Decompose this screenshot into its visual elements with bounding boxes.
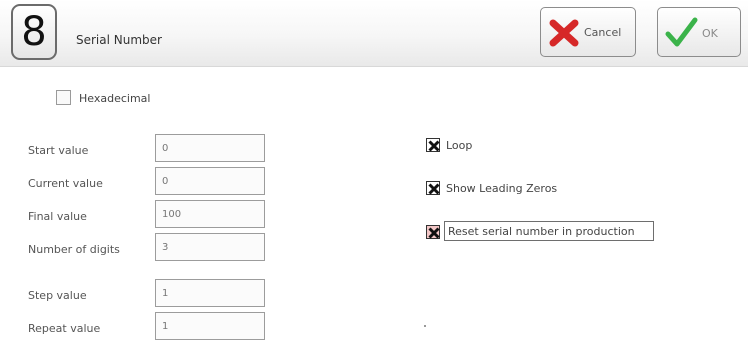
field-type-icon: 8 <box>11 4 57 60</box>
repeat-value-label: Repeat value <box>28 322 101 335</box>
stray-dot <box>424 325 426 327</box>
current-value-label: Current value <box>28 177 103 190</box>
check-x-icon <box>428 183 440 195</box>
check-x-icon <box>428 140 440 152</box>
cancel-button[interactable]: Cancel <box>540 7 636 57</box>
ok-label: OK <box>702 27 718 40</box>
loop-checkbox[interactable] <box>426 138 440 152</box>
ok-button[interactable]: OK <box>657 7 741 57</box>
step-value-input[interactable]: 1 <box>155 279 265 307</box>
field-type-digit: 8 <box>21 9 47 55</box>
reset-serial-checkbox[interactable] <box>426 225 440 239</box>
final-value-label: Final value <box>28 210 87 223</box>
show-leading-zeros-checkbox[interactable] <box>426 181 440 195</box>
cancel-label: Cancel <box>584 26 622 39</box>
hexadecimal-checkbox[interactable] <box>56 90 71 105</box>
reset-serial-label: Reset serial number in production <box>448 225 635 238</box>
final-value-input[interactable]: 100 <box>155 200 265 228</box>
dialog-title: Serial Number <box>76 33 162 47</box>
red-x-icon <box>549 19 579 47</box>
repeat-value-input[interactable]: 1 <box>155 312 265 340</box>
hexadecimal-label: Hexadecimal <box>79 92 151 105</box>
check-x-icon <box>428 227 440 239</box>
show-leading-zeros-label: Show Leading Zeros <box>446 182 558 195</box>
start-value-label: Start value <box>28 144 89 157</box>
green-check-icon <box>665 17 698 47</box>
serial-number-dialog: 8 Serial Number Cancel OK Hexadecimal St… <box>0 0 748 360</box>
header-bar: 8 Serial Number Cancel OK <box>0 0 748 67</box>
current-value-input[interactable]: 0 <box>155 167 265 195</box>
number-of-digits-input[interactable]: 3 <box>155 233 265 261</box>
step-value-label: Step value <box>28 289 87 302</box>
start-value-input[interactable]: 0 <box>155 134 265 162</box>
number-of-digits-label: Number of digits <box>28 243 120 256</box>
loop-label: Loop <box>446 139 473 152</box>
